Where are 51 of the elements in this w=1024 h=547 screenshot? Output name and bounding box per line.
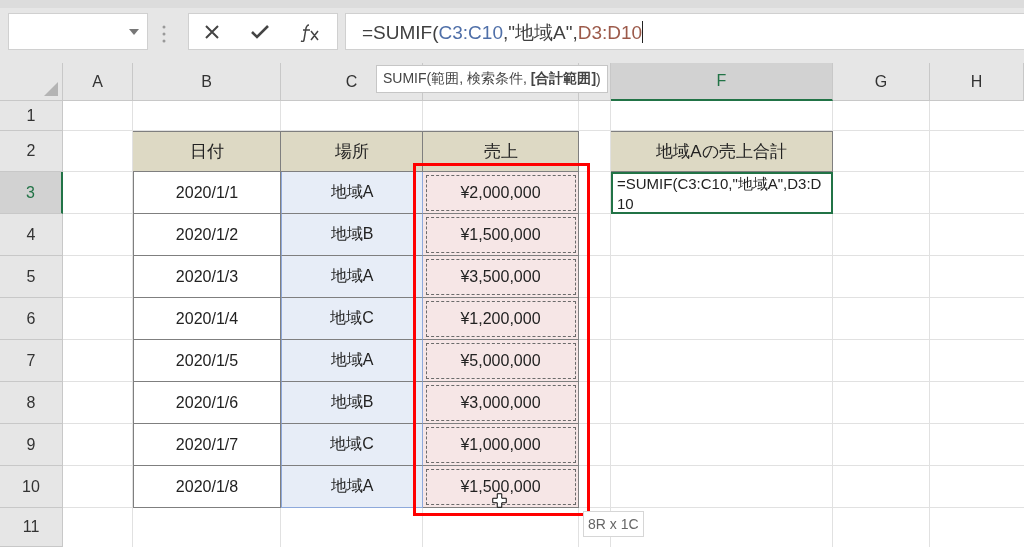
table-cell: ¥1,500,000 [423,466,579,508]
check-icon[interactable] [250,23,270,40]
column-heading: 地域Aの売上合計 [611,131,833,172]
formula-text: C3:C10 [438,22,503,43]
column-heading: 日付 [133,131,281,172]
column-header[interactable]: H [930,63,1024,101]
column-header[interactable]: A [63,63,133,101]
cancel-icon[interactable] [204,23,220,40]
table-cell: ¥5,000,000 [423,340,579,382]
row-header[interactable]: 11 [0,508,63,547]
formula-input[interactable]: =SUMIF(C3:C10,"地域A",D3:D10 [345,13,1024,50]
function-tooltip: SUMIF(範囲, 検索条件, [合計範囲]) [376,65,608,93]
column-heading: 場所 [281,131,423,172]
formula-text: D3:D10 [577,22,643,43]
formula-text: ,"地域A", [502,22,578,43]
row-header[interactable]: 9 [0,424,63,466]
formula-text: =SUMIF( [362,22,439,43]
column-heading: 売上 [423,131,579,172]
row-header[interactable]: 10 [0,466,63,508]
column-header[interactable]: B [133,63,281,101]
drag-handle-icon[interactable] [162,25,166,43]
row-header[interactable]: 6 [0,298,63,340]
row-header[interactable]: 5 [0,256,63,298]
row-header[interactable]: 4 [0,214,63,256]
column-header[interactable]: G [833,63,930,101]
table-cell: ¥2,000,000 [423,172,579,214]
function-icon[interactable] [300,21,322,42]
table-cell: 地域B [281,214,423,256]
table-cell: 地域B [281,382,423,424]
table-cell: 地域C [281,424,423,466]
table-cell: 地域A [281,256,423,298]
table-cell: 地域C [281,298,423,340]
cross-cursor-icon [492,493,507,508]
table-cell: ¥1,000,000 [423,424,579,466]
table-cell: ¥1,500,000 [423,214,579,256]
table-cell: ¥3,000,000 [423,382,579,424]
table-cell: 地域A [281,172,423,214]
row-header[interactable]: 2 [0,131,63,172]
text-caret [642,21,644,43]
column-header[interactable]: F [611,63,833,101]
row-header[interactable]: 3 [0,172,63,214]
row-header[interactable]: 8 [0,382,63,424]
dropdown-icon[interactable] [129,28,139,35]
selection-size-tooltip: 8R x 1C [583,511,644,537]
table-cell: ¥1,200,000 [423,298,579,340]
table-cell: ¥3,500,000 [423,256,579,298]
cell-editor[interactable]: =SUMIF(C3:C10,"地域A",D3:D10 [611,172,833,214]
row-header[interactable]: 1 [0,101,63,131]
row-header[interactable]: 7 [0,340,63,382]
table-cell: 地域A [281,340,423,382]
table-cell: 地域A [281,466,423,508]
